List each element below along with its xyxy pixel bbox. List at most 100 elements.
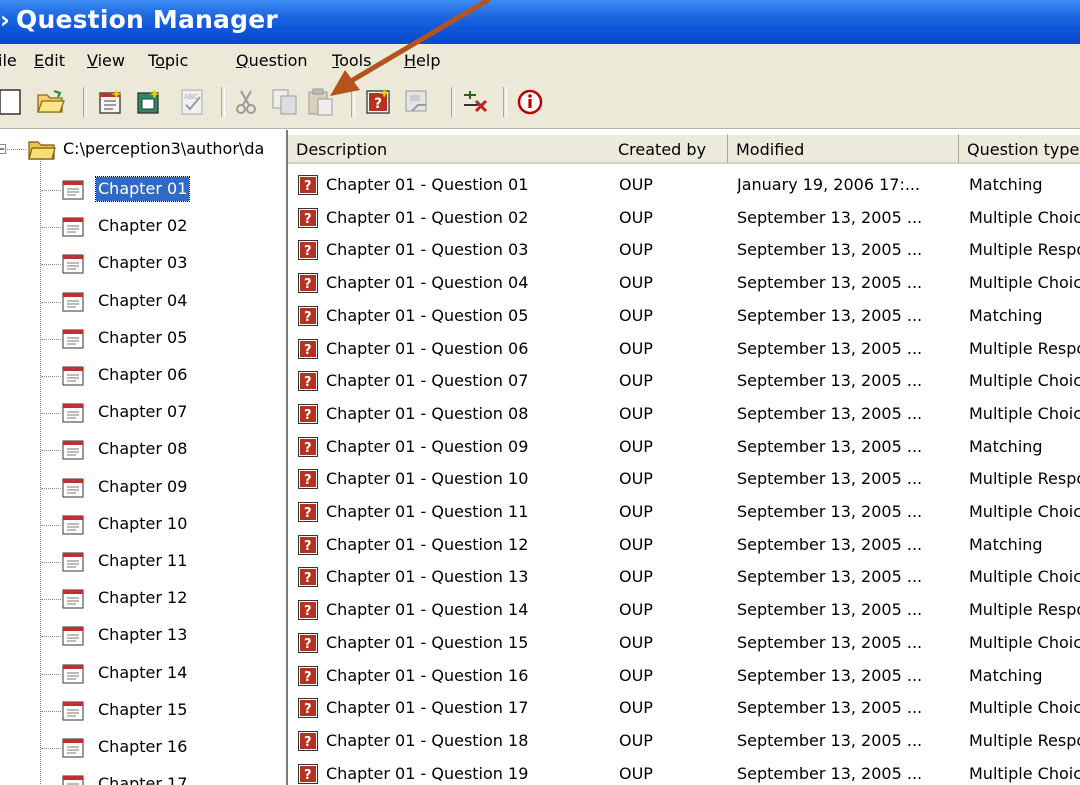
column-header-created-by[interactable]: Created by [610, 134, 728, 164]
cell-question-type: Multiple Choice [969, 273, 1080, 292]
cell-description: Chapter 01 - Question 04 [326, 273, 529, 292]
cell-created-by: OUP [619, 535, 653, 554]
copy-icon[interactable] [270, 87, 300, 117]
tree-item[interactable]: Chapter 04 [0, 286, 286, 318]
tree-item[interactable]: Chapter 02 [0, 211, 286, 243]
svg-text:?: ? [304, 539, 312, 554]
svg-text:?: ? [304, 441, 312, 456]
cell-created-by: OUP [619, 698, 653, 717]
tree-connector-line [41, 599, 61, 600]
list-row[interactable]: ? Chapter 01 - Question 08 OUP September 13… [288, 398, 1080, 430]
tree-item[interactable]: Chapter 06 [0, 360, 286, 392]
tree-item[interactable]: Chapter 07 [0, 397, 286, 429]
list-row[interactable]: ? Chapter 01 - Question 04 OUP September 13… [288, 267, 1080, 299]
list-row[interactable]: ? Chapter 01 - Question 12 OUP September 13… [288, 529, 1080, 561]
question-item-icon: ? [298, 731, 318, 751]
svg-text:?: ? [304, 571, 312, 586]
tree-root[interactable]: C:\perception3\author\da [0, 134, 286, 164]
new-subtopic-icon[interactable] [134, 87, 164, 117]
question-item-icon: ? [298, 567, 318, 587]
question-item-icon: ? [298, 306, 318, 326]
menu-view[interactable]: View [87, 51, 125, 70]
list-row[interactable]: ? Chapter 01 - Question 14 OUP September 13… [288, 594, 1080, 626]
open-folder-icon[interactable] [36, 87, 66, 117]
tree-item[interactable]: Chapter 16 [0, 732, 286, 764]
spell-check-icon[interactable]: ABC [178, 87, 208, 117]
info-icon[interactable] [515, 87, 545, 117]
tree-item[interactable]: Chapter 01 [0, 174, 286, 206]
paste-icon[interactable] [306, 87, 336, 117]
list-row[interactable]: ? Chapter 01 - Question 01 OUP January 19, … [288, 169, 1080, 201]
list-row[interactable]: ? Chapter 01 - Question 02 OUP September 13… [288, 202, 1080, 234]
list-row[interactable]: ? Chapter 01 - Question 13 OUP September 13… [288, 561, 1080, 593]
menu-question[interactable]: Question [236, 51, 308, 70]
tree-item[interactable]: Chapter 10 [0, 509, 286, 541]
remove-icon[interactable] [460, 87, 490, 117]
question-list[interactable]: Description Created by Modified Question… [288, 130, 1080, 785]
cut-icon[interactable] [232, 87, 262, 117]
toolbar-separator [83, 87, 87, 117]
list-row[interactable]: ? Chapter 01 - Question 18 OUP September 13… [288, 725, 1080, 757]
new-topic-icon[interactable] [96, 87, 126, 117]
list-row[interactable]: ? Chapter 01 - Question 03 OUP September 13… [288, 234, 1080, 266]
svg-text:?: ? [374, 96, 382, 112]
tree-item[interactable]: Chapter 17 [0, 769, 286, 785]
list-row[interactable]: ? Chapter 01 - Question 10 OUP September 13… [288, 463, 1080, 495]
menu-help[interactable]: Help [404, 51, 440, 70]
tree-item-label: Chapter 07 [98, 402, 188, 421]
svg-text:?: ? [304, 179, 312, 194]
tree-item[interactable]: Chapter 05 [0, 323, 286, 355]
question-icon[interactable]: ? [364, 87, 394, 117]
tree-item[interactable]: Chapter 11 [0, 546, 286, 578]
tree-item[interactable]: Chapter 15 [0, 695, 286, 727]
preview-icon[interactable] [402, 87, 432, 117]
list-row[interactable]: ? Chapter 01 - Question 09 OUP September 13… [288, 431, 1080, 463]
list-row[interactable]: ? Chapter 01 - Question 16 OUP September 13… [288, 660, 1080, 692]
list-row[interactable]: ? Chapter 01 - Question 05 OUP September 13… [288, 300, 1080, 332]
tree-item[interactable]: Chapter 12 [0, 583, 286, 615]
cell-question-type: Multiple Response [969, 600, 1080, 619]
column-header-description[interactable]: Description [288, 134, 619, 164]
collapse-icon[interactable] [0, 144, 6, 155]
list-row[interactable]: ? Chapter 01 - Question 17 OUP September 13… [288, 692, 1080, 724]
tree-item-label: Chapter 01 [94, 176, 191, 202]
cell-modified: September 13, 2005 ... [737, 306, 923, 325]
menu-file[interactable]: ile [0, 51, 17, 70]
column-header-modified[interactable]: Modified [728, 134, 959, 164]
topic-tree[interactable]: C:\perception3\author\da Chapter 01 Chapt… [0, 130, 288, 785]
new-icon[interactable] [0, 87, 30, 117]
question-item-icon: ? [298, 633, 318, 653]
cell-modified: January 19, 2006 17:... [737, 175, 921, 194]
question-item-icon: ? [298, 502, 318, 522]
cell-modified: September 13, 2005 ... [737, 437, 923, 456]
tree-item[interactable]: Chapter 09 [0, 472, 286, 504]
tree-item-label: Chapter 14 [98, 663, 188, 682]
menu-tools[interactable]: Tools [332, 51, 371, 70]
menu-edit[interactable]: Edit [34, 51, 65, 70]
svg-text:?: ? [304, 768, 312, 783]
list-row[interactable]: ? Chapter 01 - Question 11 OUP September 13… [288, 496, 1080, 528]
book-icon [62, 292, 84, 312]
svg-text:?: ? [304, 670, 312, 685]
list-row[interactable]: ? Chapter 01 - Question 15 OUP September 13… [288, 627, 1080, 659]
list-row[interactable]: ? Chapter 01 - Question 07 OUP September 13… [288, 365, 1080, 397]
column-header-question-type[interactable]: Question type [959, 134, 1080, 164]
cell-description: Chapter 01 - Question 18 [326, 731, 529, 750]
cell-created-by: OUP [619, 208, 653, 227]
menu-topic[interactable]: Topic [148, 51, 188, 70]
title-bar[interactable]: › Question Manager [0, 0, 1080, 44]
tree-item[interactable]: Chapter 14 [0, 658, 286, 690]
tree-item[interactable]: Chapter 13 [0, 620, 286, 652]
cell-description: Chapter 01 - Question 05 [326, 306, 529, 325]
cell-description: Chapter 01 - Question 09 [326, 437, 529, 456]
cell-created-by: OUP [619, 600, 653, 619]
tree-item[interactable]: Chapter 08 [0, 434, 286, 466]
svg-text:?: ? [304, 702, 312, 717]
svg-text:?: ? [304, 310, 312, 325]
list-row[interactable]: ? Chapter 01 - Question 06 OUP September 13… [288, 333, 1080, 365]
list-row[interactable]: ? Chapter 01 - Question 19 OUP September 13… [288, 758, 1080, 785]
cell-question-type: Multiple Choice [969, 764, 1080, 783]
tree-connector-line [41, 562, 61, 563]
cell-description: Chapter 01 - Question 06 [326, 339, 529, 358]
tree-item[interactable]: Chapter 03 [0, 248, 286, 280]
